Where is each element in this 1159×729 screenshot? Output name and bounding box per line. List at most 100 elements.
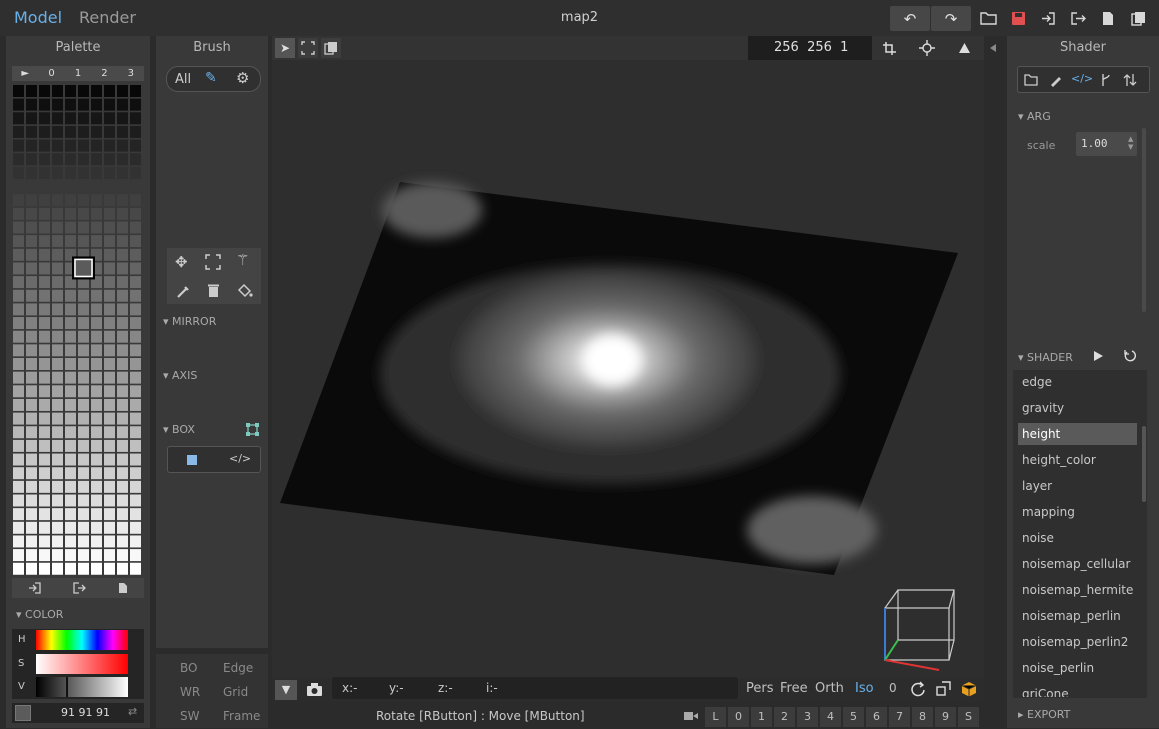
palette-swatch[interactable] — [13, 398, 24, 411]
palette-swatch[interactable] — [104, 330, 115, 343]
save-button[interactable] — [1008, 8, 1028, 28]
palette-swatch[interactable] — [130, 125, 141, 138]
palette-swatch[interactable] — [91, 344, 102, 357]
palette-swatch[interactable] — [39, 303, 50, 316]
palette-swatch[interactable] — [65, 412, 76, 425]
palette-swatch[interactable] — [26, 521, 37, 534]
palette-swatch[interactable] — [104, 98, 115, 111]
code-icon[interactable]: </> — [229, 452, 251, 465]
palette-swatch[interactable] — [78, 85, 89, 97]
palette-swatch[interactable] — [117, 262, 128, 275]
palette-swatch[interactable] — [117, 494, 128, 507]
palette-swatch[interactable] — [26, 303, 37, 316]
palette-swatch[interactable] — [130, 85, 141, 97]
palette-swatch[interactable] — [52, 453, 63, 466]
palette-swatch[interactable] — [91, 398, 102, 411]
palette-swatch[interactable] — [78, 549, 89, 562]
palette-swatch[interactable] — [65, 139, 76, 152]
palette-swatch[interactable] — [78, 562, 89, 575]
palette-swatch[interactable] — [65, 85, 76, 97]
palette-swatch[interactable] — [13, 303, 24, 316]
palette-swatch[interactable] — [130, 371, 141, 384]
saturation-slider[interactable] — [36, 654, 128, 674]
palette-swatch[interactable] — [39, 276, 50, 289]
palette-swatch[interactable] — [39, 235, 50, 248]
palette-swatch[interactable] — [13, 317, 24, 330]
orientation-cube[interactable] — [884, 589, 955, 671]
palette-swatch[interactable] — [26, 480, 37, 493]
copy-file-button[interactable] — [1128, 8, 1148, 28]
palette-swatch[interactable] — [13, 521, 24, 534]
palette-swatch[interactable] — [26, 289, 37, 302]
palette-swatch[interactable] — [65, 330, 76, 343]
move-icon[interactable]: ✥ — [175, 253, 188, 271]
palette-page-tab-1[interactable]: 0 — [38, 66, 64, 81]
palette-swatch[interactable] — [91, 166, 102, 179]
palette-swatch[interactable] — [13, 276, 24, 289]
palette-swatch[interactable] — [26, 412, 37, 425]
stepper-icon[interactable]: ▲ ▼ — [1128, 135, 1133, 151]
view-option-sw[interactable]: SW — [180, 709, 199, 723]
palette-swatch[interactable] — [117, 426, 128, 439]
palette-swatch[interactable] — [78, 98, 89, 111]
palette-swatch[interactable] — [26, 125, 37, 138]
palette-swatch[interactable] — [78, 398, 89, 411]
palette-swatch[interactable] — [39, 508, 50, 521]
palette-swatch[interactable] — [39, 562, 50, 575]
palette-swatch[interactable] — [130, 521, 141, 534]
palette-swatch[interactable] — [52, 139, 63, 152]
cube-view-icon[interactable] — [961, 681, 977, 697]
palette-swatch[interactable] — [117, 549, 128, 562]
palette-swatch[interactable] — [78, 194, 89, 207]
collapse-left-icon[interactable] — [988, 43, 998, 53]
eyedropper-icon[interactable] — [176, 284, 191, 299]
branch-icon[interactable] — [1100, 73, 1112, 87]
palette-swatch[interactable] — [104, 398, 115, 411]
palette-swatch[interactable] — [39, 521, 50, 534]
palette-swatch[interactable] — [104, 166, 115, 179]
palette-swatch[interactable] — [130, 194, 141, 207]
palette-swatch[interactable] — [13, 330, 24, 343]
viewport[interactable]: ➤ 256 256 1 ▼ x:- y:- z:- i:- — [272, 36, 984, 702]
palette-swatch[interactable] — [117, 221, 128, 234]
palette-swatch[interactable] — [78, 303, 89, 316]
palette-swatch[interactable] — [104, 139, 115, 152]
palette-swatch[interactable] — [26, 562, 37, 575]
palette-swatch[interactable] — [130, 398, 141, 411]
palette-swatch[interactable] — [26, 85, 37, 97]
palette-swatch[interactable] — [39, 494, 50, 507]
palette-swatch[interactable] — [52, 521, 63, 534]
view-option-frame[interactable]: Frame — [223, 709, 260, 723]
palette-swatch[interactable] — [78, 426, 89, 439]
palette-swatch[interactable] — [117, 85, 128, 97]
palette-swatch[interactable] — [78, 112, 89, 125]
palette-swatch[interactable] — [52, 344, 63, 357]
palette-swatch[interactable] — [117, 562, 128, 575]
palette-swatch[interactable] — [39, 139, 50, 152]
palette-swatch[interactable] — [117, 344, 128, 357]
layer-4-button[interactable]: 4 — [820, 707, 841, 727]
layer-5-button[interactable]: 5 — [843, 707, 864, 727]
palette-swatch[interactable] — [117, 317, 128, 330]
palette-swatch[interactable] — [65, 385, 76, 398]
palette-swatch[interactable] — [13, 194, 24, 207]
palette-swatch[interactable] — [104, 125, 115, 138]
palette-swatch[interactable] — [130, 166, 141, 179]
palette-swatch[interactable] — [130, 262, 141, 275]
palette-swatch[interactable] — [65, 344, 76, 357]
palette-swatch[interactable] — [39, 98, 50, 111]
palette-swatch[interactable] — [52, 207, 63, 220]
palette-swatch[interactable] — [130, 467, 141, 480]
fill-bucket-icon[interactable] — [237, 283, 253, 298]
palette-swatch[interactable] — [39, 398, 50, 411]
palette-swatch[interactable] — [130, 317, 141, 330]
crop-icon[interactable] — [882, 41, 898, 56]
video-camera-icon[interactable] — [684, 711, 698, 721]
shader-item-griCone[interactable]: griCone — [1018, 683, 1137, 697]
palette-swatch[interactable] — [104, 535, 115, 548]
view-option-bo[interactable]: BO — [180, 661, 197, 675]
palette-swatch[interactable] — [39, 330, 50, 343]
palette-swatch[interactable] — [52, 467, 63, 480]
view-option-grid[interactable]: Grid — [223, 685, 248, 699]
palette-swatch[interactable] — [13, 98, 24, 111]
